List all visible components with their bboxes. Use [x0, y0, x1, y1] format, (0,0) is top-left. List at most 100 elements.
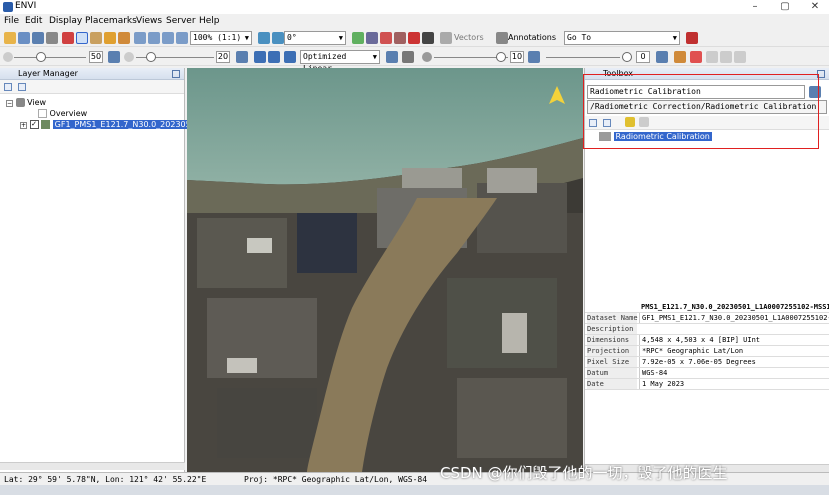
chart-icon[interactable] [674, 51, 686, 63]
rotate-icon[interactable] [118, 32, 130, 44]
reset-contrast-icon[interactable] [528, 51, 540, 63]
collapse-toggle-icon[interactable]: − [6, 100, 13, 107]
fixed-zoom-in-icon[interactable] [162, 32, 174, 44]
annotations-menu[interactable]: Annotations [508, 33, 556, 42]
property-value: 7.92e-05 x 7.06e-05 Degrees [639, 357, 756, 367]
chevron-down-icon: ▼ [338, 34, 343, 42]
chevron-down-icon: ▼ [244, 34, 249, 42]
menu-help[interactable]: Help [199, 16, 220, 26]
roi-icon[interactable] [394, 32, 406, 44]
layer-manager-panel: Layer Manager − View Overview + ✓ GF1_PM… [0, 68, 217, 472]
reset-transparency-icon[interactable] [236, 51, 248, 63]
zoom-out-icon[interactable] [148, 32, 160, 44]
portal-icon[interactable] [422, 32, 434, 44]
brightness-slider[interactable] [36, 52, 46, 62]
goto-input[interactable]: Go To ▼ [564, 31, 680, 45]
contrast-box-icon[interactable] [402, 51, 414, 63]
stretch-settings-icon[interactable] [284, 51, 296, 63]
overview-checkbox[interactable] [38, 109, 47, 118]
menu-display[interactable]: Display [49, 16, 82, 26]
stretch-icon[interactable] [254, 51, 266, 63]
vectors-icon[interactable] [440, 32, 452, 44]
vectors-menu[interactable]: Vectors [454, 33, 484, 42]
menu-views[interactable]: Views [136, 16, 162, 26]
display-icon[interactable] [32, 32, 44, 44]
property-value: WGS-84 [639, 368, 667, 378]
vector-icon[interactable] [380, 32, 392, 44]
contrast-slider[interactable] [496, 52, 506, 62]
menu-placemarks[interactable]: Placemarks [85, 16, 137, 26]
property-row: Projection *RPC* Geographic Lat/Lon [585, 346, 829, 357]
layer-icon[interactable] [352, 32, 364, 44]
property-key: Description [587, 324, 637, 334]
layout-2-icon[interactable] [720, 51, 732, 63]
highlight-box [583, 74, 819, 149]
close-icon[interactable]: ✕ [800, 0, 829, 14]
fixed-zoom-out-icon[interactable] [176, 32, 188, 44]
property-key: Date [587, 379, 637, 389]
refresh-stretch-icon[interactable] [386, 51, 398, 63]
layout-3-icon[interactable] [734, 51, 746, 63]
rotation-value: 0° [287, 33, 297, 42]
reset-sharpen-icon[interactable] [656, 51, 668, 63]
rotate-left-icon[interactable] [258, 32, 270, 44]
crosshair-icon[interactable] [46, 32, 58, 44]
fly-icon[interactable] [104, 32, 116, 44]
zoom-in-icon[interactable] [134, 32, 146, 44]
pushpin-icon[interactable] [62, 32, 74, 44]
status-latlon: Lat: 29° 59' 5.78"N, Lon: 121° 42' 55.22… [4, 475, 207, 484]
rotation-select[interactable]: 0° ▼ [284, 31, 346, 45]
taskbar [0, 485, 829, 495]
property-value: 1 May 2023 [639, 379, 684, 389]
tree-view-node[interactable]: − View [6, 98, 46, 107]
sharpen-value[interactable]: 0 [636, 51, 650, 63]
transparency-value[interactable]: 20 [216, 51, 230, 63]
image-view[interactable] [187, 68, 583, 472]
menu-bar: File Edit Display Placemarks Views Serve… [0, 14, 829, 28]
tree-overview-node[interactable]: Overview [38, 109, 87, 118]
property-row: Dimensions 4,548 x 4,503 x 4 [BIP] UInt [585, 335, 829, 346]
expand-icon[interactable] [18, 83, 26, 91]
title-bar: ENVI – ▢ ✕ [0, 0, 829, 14]
layout-1-icon[interactable] [706, 51, 718, 63]
grid-icon[interactable] [366, 32, 378, 44]
roi-tool-icon[interactable] [690, 51, 702, 63]
expand-toggle-icon[interactable]: + [20, 122, 27, 129]
histogram-icon[interactable] [268, 51, 280, 63]
property-key: Dimensions [587, 335, 637, 345]
rotate-right-icon[interactable] [272, 32, 284, 44]
select-icon[interactable] [76, 32, 88, 44]
watermark-text: CSDN @你们毁了他的一切，毁了他的医生 [440, 464, 728, 482]
property-row: Dataset Name GF1_PMS1_E121.7_N30.0_20230… [585, 313, 829, 324]
minimize-icon[interactable]: – [740, 0, 770, 14]
maximize-icon[interactable]: ▢ [770, 0, 800, 14]
property-value: GF1_PMS1_E121.7_N30.0_20230501_L1A000725… [639, 313, 829, 323]
envi-window: ENVI – ▢ ✕ File Edit Display Placemarks … [0, 0, 829, 495]
pan-icon[interactable] [90, 32, 102, 44]
brightness-icon [3, 52, 13, 62]
layer-manager-header: Layer Manager [0, 68, 184, 80]
property-value: 4,548 x 4,503 x 4 [BIP] UInt [639, 335, 760, 345]
save-icon[interactable] [18, 32, 30, 44]
zoom-value: 100% (1:1) [193, 33, 242, 42]
sharpen-slider[interactable] [622, 52, 632, 62]
pin-icon[interactable] [172, 70, 180, 78]
menu-edit[interactable]: Edit [25, 16, 42, 26]
zoom-select[interactable]: 100% (1:1) ▼ [190, 31, 252, 45]
open-icon[interactable] [4, 32, 16, 44]
main-toolbar: 100% (1:1) ▼ 0° ▼ Vectors Annotations Go… [0, 29, 829, 47]
goto-icon[interactable] [686, 32, 698, 44]
stretch-select[interactable]: Optimized Linear ▼ [300, 50, 380, 73]
layer-checkbox[interactable]: ✓ [29, 120, 39, 129]
property-row: Date 1 May 2023 [585, 379, 829, 390]
transparency-slider[interactable] [146, 52, 156, 62]
annotations-icon[interactable] [496, 32, 508, 44]
reset-icon[interactable] [408, 32, 420, 44]
collapse-icon[interactable] [4, 83, 12, 91]
contrast-value[interactable]: 10 [510, 51, 524, 63]
brightness-value[interactable]: 50 [89, 51, 103, 63]
menu-file[interactable]: File [4, 16, 19, 26]
reset-brightness-icon[interactable] [108, 51, 120, 63]
menu-server[interactable]: Server [166, 16, 196, 26]
layer-horizontal-scrollbar[interactable] [0, 462, 185, 470]
